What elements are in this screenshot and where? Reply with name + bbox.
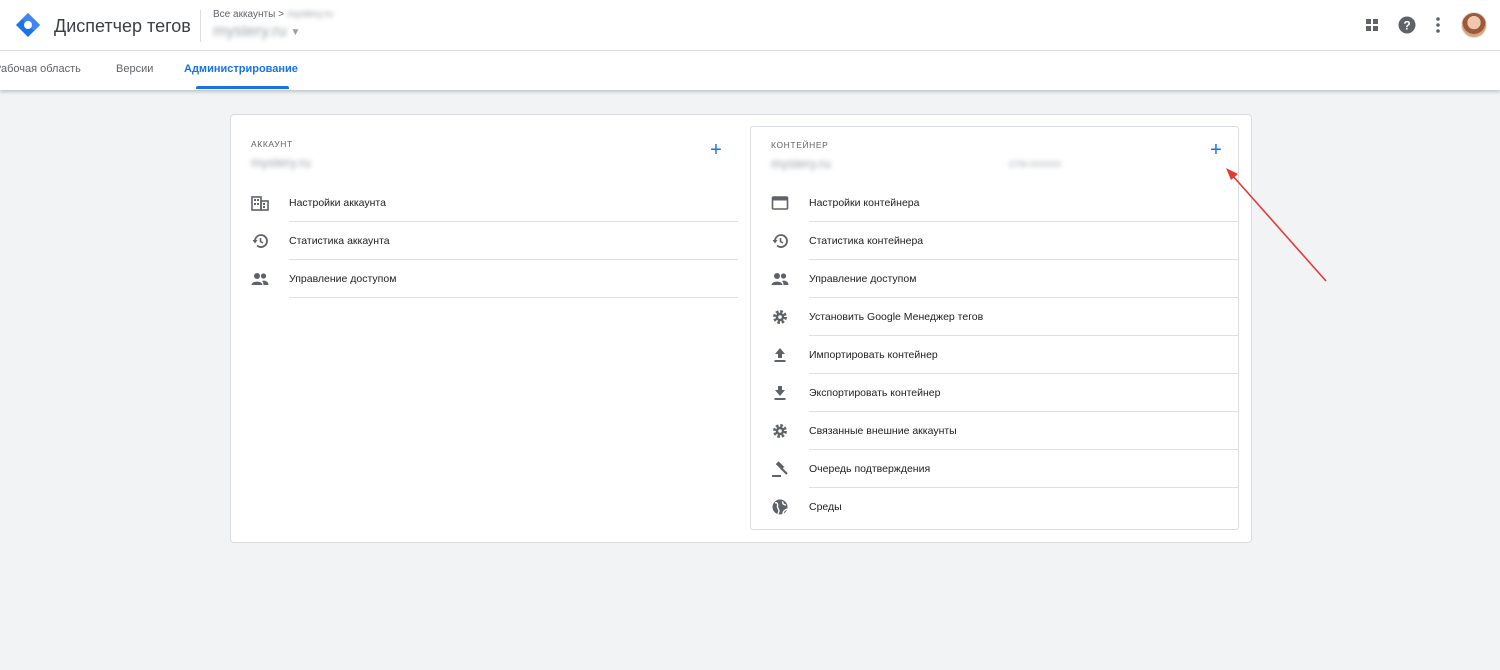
menu-item-approval-queue[interactable]: Очередь подтверждения [771, 450, 1239, 488]
web-icon [771, 194, 789, 212]
menu-item-import-container[interactable]: Импортировать контейнер [771, 336, 1239, 374]
globe-icon [771, 498, 789, 516]
menu-item-label: Управление доступом [289, 273, 397, 285]
menu-item-label: Экспортировать контейнер [809, 387, 941, 399]
top-bar: Диспетчер тегов Все аккаунты > mystery.r… [0, 0, 1500, 51]
menu-item-container-settings[interactable]: Настройки контейнера [771, 184, 1239, 222]
menu-item-label: Среды [809, 501, 842, 513]
history-icon [251, 232, 269, 250]
people-icon [771, 270, 789, 288]
menu-item-label: Настройки контейнера [809, 197, 920, 209]
menu-item-install-gtm[interactable]: Установить Google Менеджер тегов [771, 298, 1239, 336]
add-container-label: + [1210, 139, 1222, 161]
history-icon [771, 232, 789, 250]
menu-item-label: Статистика контейнера [809, 235, 924, 247]
menu-item-label: Настройки аккаунта [289, 197, 386, 209]
menu-item-container-statistics[interactable]: Статистика контейнера [771, 222, 1239, 260]
menu-item-environments[interactable]: Среды [771, 488, 1239, 526]
menu-item-label: Установить Google Менеджер тегов [809, 311, 984, 323]
menu-item-label: Статистика аккаунта [289, 235, 390, 247]
menu-item-linked-accounts[interactable]: Связанные внешние аккаунты [771, 412, 1239, 450]
gavel-icon [771, 460, 789, 478]
menu-item-label: Управление доступом [809, 273, 917, 285]
gear-icon [771, 422, 789, 440]
download-icon [771, 384, 789, 402]
tab-workspace[interactable]: Рабочая область [0, 63, 81, 75]
gear-icon [771, 308, 789, 326]
tag-manager-logo-icon[interactable] [15, 12, 41, 38]
breadcrumb: Все аккаунты > mystery.ru [213, 9, 333, 20]
menu-item-export-container[interactable]: Экспортировать контейнер [771, 374, 1239, 412]
app-title: Диспетчер тегов [54, 16, 191, 36]
help-icon[interactable]: ? [1398, 16, 1416, 34]
container-selector[interactable]: mystery.ru ▼ [213, 23, 300, 41]
building-icon [251, 194, 269, 212]
add-account-button[interactable]: + [706, 140, 726, 160]
upload-icon [771, 346, 789, 364]
container-selector-value: mystery.ru [213, 23, 287, 40]
breadcrumb-account[interactable]: mystery.ru [287, 9, 333, 20]
menu-item-account-settings[interactable]: Настройки аккаунта [251, 184, 738, 222]
tab-versions[interactable]: Версии [116, 63, 153, 75]
breadcrumb-separator: > [278, 9, 285, 20]
tab-admin[interactable]: Администрирование [184, 63, 298, 75]
active-tab-indicator [196, 86, 289, 89]
dropdown-caret-icon: ▼ [290, 26, 301, 38]
divider [289, 297, 738, 298]
account-name: mystery.ru [251, 155, 311, 170]
breadcrumb-all-accounts[interactable]: Все аккаунты [213, 9, 275, 20]
apps-icon[interactable] [1363, 16, 1381, 34]
menu-item-account-access[interactable]: Управление доступом [251, 260, 738, 298]
more-vert-icon[interactable] [1429, 16, 1447, 34]
account-section-label: АККАУНТ [251, 139, 293, 149]
menu-item-label: Связанные внешние аккаунты [809, 425, 957, 437]
container-section-label: КОНТЕЙНЕР [771, 140, 829, 150]
menu-item-label: Очередь подтверждения [809, 463, 931, 475]
svg-text:?: ? [1403, 19, 1410, 33]
tab-bar: Рабочая область Версии Администрирование [0, 51, 1500, 90]
menu-item-label: Импортировать контейнер [809, 349, 938, 361]
container-name: mystery.ru [771, 156, 831, 171]
avatar[interactable] [1461, 12, 1487, 38]
menu-item-container-access[interactable]: Управление доступом [771, 260, 1239, 298]
people-icon [251, 270, 269, 288]
add-container-button[interactable]: + [1206, 140, 1226, 160]
container-section: КОНТЕЙНЕР mystery.ru GTM-XXXXXX + Настро… [750, 126, 1239, 530]
menu-item-account-statistics[interactable]: Статистика аккаунта [251, 222, 738, 260]
header-divider [200, 10, 201, 42]
add-account-label: + [710, 139, 722, 161]
container-id: GTM-XXXXXX [1009, 160, 1062, 169]
